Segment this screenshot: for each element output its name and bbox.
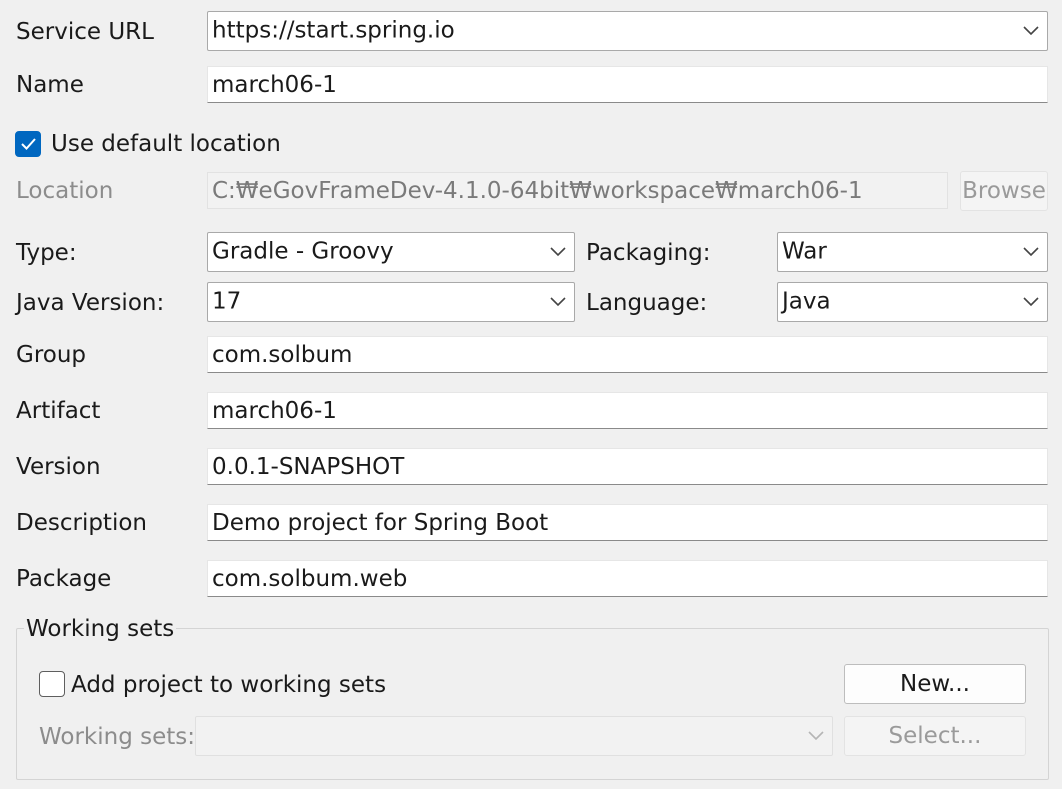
type-label: Type:	[16, 240, 77, 266]
java-version-combo[interactable]: 17	[207, 282, 575, 322]
package-field[interactable]	[207, 560, 1048, 597]
group-label: Group	[16, 342, 87, 368]
working-sets-group-title: Working sets	[24, 616, 177, 642]
version-label: Version	[16, 454, 101, 480]
select-working-sets-button: Select...	[844, 716, 1026, 756]
packaging-label: Packaging:	[586, 240, 711, 266]
group-field[interactable]	[207, 336, 1048, 373]
type-value: Gradle - Groovy	[212, 238, 394, 265]
language-combo[interactable]: Java	[777, 282, 1048, 322]
service-url-combo[interactable]: https://start.spring.io	[207, 11, 1048, 51]
java-version-label: Java Version:	[16, 290, 165, 316]
package-label: Package	[16, 566, 112, 592]
location-field	[207, 172, 948, 209]
group-input[interactable]	[208, 337, 1047, 372]
add-to-working-sets-checkbox[interactable]	[39, 671, 65, 697]
checkmark-icon	[21, 138, 36, 150]
description-input[interactable]	[208, 505, 1047, 540]
description-field[interactable]	[207, 504, 1048, 541]
service-url-label: Service URL	[16, 19, 154, 45]
working-sets-combo	[195, 716, 833, 756]
working-sets-group	[16, 628, 1049, 780]
working-sets-label: Working sets:	[39, 724, 196, 750]
java-version-value: 17	[212, 288, 242, 315]
version-input[interactable]	[208, 449, 1047, 484]
artifact-label: Artifact	[16, 398, 101, 424]
chevron-down-icon	[550, 247, 566, 257]
add-to-working-sets-label: Add project to working sets	[71, 672, 387, 698]
description-label: Description	[16, 510, 147, 536]
chevron-down-icon	[550, 297, 566, 307]
new-working-set-button[interactable]: New...	[844, 664, 1026, 704]
location-input	[208, 173, 947, 208]
type-combo[interactable]: Gradle - Groovy	[207, 232, 575, 272]
language-value: Java	[782, 288, 831, 315]
artifact-input[interactable]	[208, 393, 1047, 428]
browse-button: Browse	[960, 171, 1048, 211]
packaging-value: War	[782, 238, 827, 265]
location-label: Location	[16, 178, 114, 204]
name-label: Name	[16, 72, 84, 98]
chevron-down-icon	[808, 731, 824, 741]
chevron-down-icon	[1023, 26, 1039, 36]
use-default-location-label: Use default location	[51, 131, 281, 157]
use-default-location-checkbox[interactable]	[15, 131, 41, 157]
name-input[interactable]	[208, 67, 1047, 102]
package-input[interactable]	[208, 561, 1047, 596]
version-field[interactable]	[207, 448, 1048, 485]
language-label: Language:	[586, 290, 708, 316]
artifact-field[interactable]	[207, 392, 1048, 429]
chevron-down-icon	[1023, 247, 1039, 257]
name-field[interactable]	[207, 66, 1048, 103]
packaging-combo[interactable]: War	[777, 232, 1048, 272]
chevron-down-icon	[1023, 297, 1039, 307]
service-url-value: https://start.spring.io	[212, 17, 455, 44]
